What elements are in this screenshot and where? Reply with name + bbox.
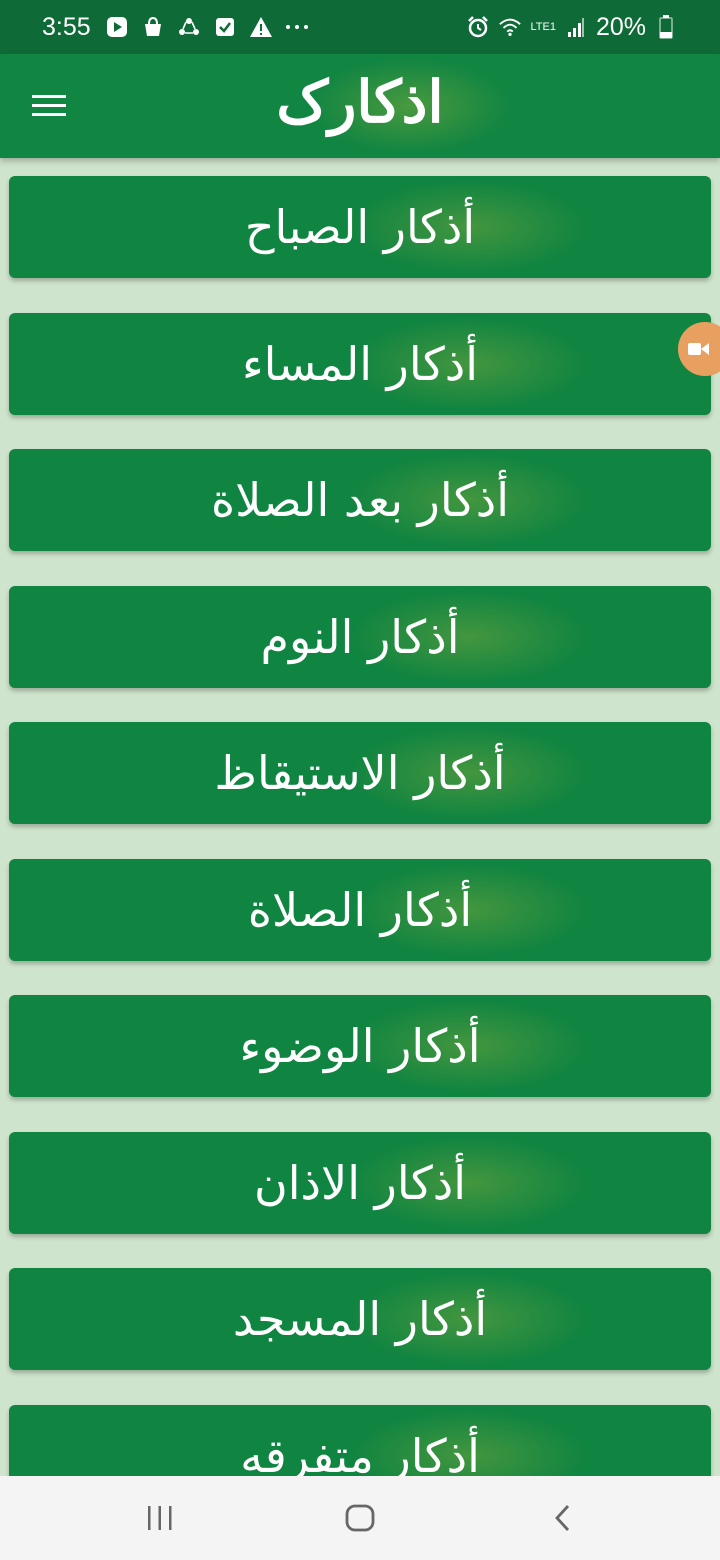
sync-icon — [177, 15, 201, 39]
back-icon[interactable] — [538, 1494, 588, 1542]
status-right-icons: LTE1 20% — [466, 13, 678, 42]
menu-item-after-prayer[interactable]: أذكار بعد الصلاة — [9, 449, 711, 551]
menu-item-label: أذكار المسجد — [232, 1292, 488, 1346]
menu-item-label: أذكار الصلاة — [247, 883, 473, 937]
menu-item-miscellaneous[interactable]: أذكار متفرقه — [9, 1405, 711, 1476]
adhkar-list: أذكار الصباح أذكار المساء أذكار بعد الصل… — [0, 158, 720, 1476]
menu-item-label: أذكار الوضوء — [239, 1019, 481, 1073]
menu-item-waking[interactable]: أذكار الاستيقاظ — [9, 722, 711, 824]
app-title: اذکارک — [276, 68, 444, 136]
navigation-bar — [0, 1476, 720, 1560]
checkbox-icon — [213, 15, 237, 39]
status-time: 3:55 — [42, 12, 91, 41]
menu-item-label: أذكار بعد الصلاة — [211, 473, 510, 527]
menu-item-mosque[interactable]: أذكار المسجد — [9, 1268, 711, 1370]
menu-item-adhan[interactable]: أذكار الاذان — [9, 1132, 711, 1234]
menu-item-label: أذكار الاستيقاظ — [214, 746, 506, 800]
menu-item-sleep[interactable]: أذكار النوم — [9, 586, 711, 688]
menu-item-ablution[interactable]: أذكار الوضوء — [9, 995, 711, 1097]
network-label: LTE1 — [530, 20, 556, 33]
menu-item-label: أذكار المساء — [241, 337, 479, 391]
shopping-bag-icon — [141, 15, 165, 39]
battery-icon — [654, 15, 678, 39]
wifi-icon — [498, 15, 522, 39]
menu-item-evening[interactable]: أذكار المساء — [9, 313, 711, 415]
recents-icon[interactable] — [135, 1494, 185, 1542]
menu-item-morning[interactable]: أذكار الصباح — [9, 176, 711, 278]
menu-item-label: أذكار الصباح — [244, 200, 476, 254]
alarm-icon — [466, 15, 490, 39]
battery-percent: 20% — [595, 12, 646, 41]
signal-icon — [564, 15, 588, 39]
menu-item-label: أذكار الاذان — [253, 1156, 467, 1210]
status-bar: 3:55 LTE1 20% — [0, 0, 720, 54]
home-icon[interactable] — [335, 1494, 385, 1542]
warning-icon — [249, 15, 273, 39]
status-left-icons — [105, 15, 309, 39]
menu-item-prayer[interactable]: أذكار الصلاة — [9, 859, 711, 961]
menu-item-label: أذكار متفرقه — [240, 1429, 480, 1476]
app-bar: اذکارک — [0, 54, 720, 158]
more-dots-icon — [285, 15, 309, 39]
play-store-icon — [105, 15, 129, 39]
menu-item-label: أذكار النوم — [260, 610, 460, 664]
